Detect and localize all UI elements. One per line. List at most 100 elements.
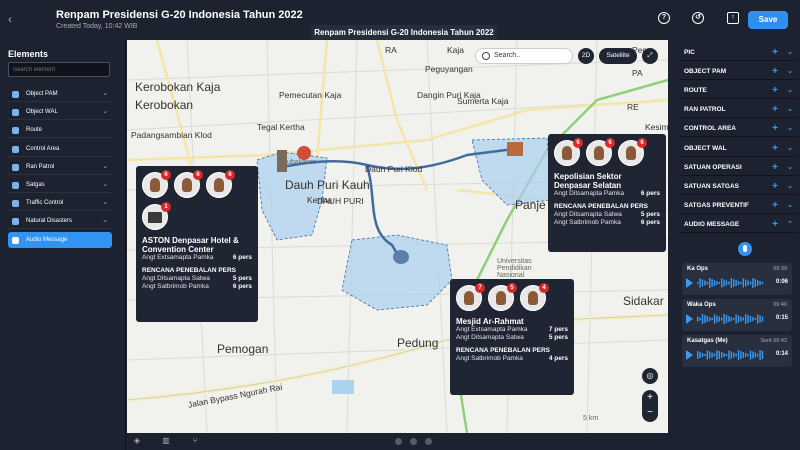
zoom-out-button[interactable]: − — [642, 405, 658, 420]
element-item-label: Natural Disasters — [26, 218, 73, 225]
element-item-traffic-control[interactable]: Traffic Control ⌄ — [8, 195, 112, 212]
audio-message-icon — [12, 236, 19, 244]
object-card-kepolisian-sektor-denpasar-selatan[interactable]: 6 6 6 Kepolisian Sektor Denpasar Selatan Ang… — [548, 134, 666, 252]
element-item-route[interactable]: Route — [8, 122, 112, 139]
audio-message-item[interactable]: Kasatgas (Me) Sent 09:42 0:14 — [682, 335, 792, 367]
section-satgas-preventif[interactable]: SATGAS PREVENTIF + ⌄ — [680, 197, 798, 214]
map-label-re: RE — [627, 102, 639, 112]
play-icon[interactable] — [686, 314, 693, 324]
add-icon[interactable]: + — [772, 120, 778, 137]
chevron-down-icon[interactable]: ⌄ — [787, 63, 793, 80]
chevron-down-icon[interactable]: ⌄ — [787, 159, 793, 176]
object-name: Mesjid Ar-Rahmat — [456, 317, 524, 326]
map-label-universitas-pendidikan-nasional: Universitas Pendidikan Nasional — [497, 258, 532, 279]
personnel-avatar[interactable]: 6 — [206, 170, 235, 198]
element-item-ran-patrol[interactable]: Ran Patrol ⌄ — [8, 159, 112, 175]
map-label-ubakaran: ubakaran — [287, 159, 317, 166]
add-icon[interactable]: + — [772, 178, 778, 195]
add-icon[interactable]: + — [772, 140, 778, 157]
hotel-marker-icon[interactable] — [277, 150, 287, 172]
section-object-wal[interactable]: OBJECT WAL + ⌄ — [680, 140, 798, 157]
record-microphone-button[interactable] — [738, 242, 752, 256]
add-icon[interactable]: + — [772, 101, 778, 118]
mode-2d-button[interactable]: 2D — [578, 48, 594, 64]
object-name: ASTON Denpasar Hotel & Convention Center — [142, 236, 239, 254]
panel-icon[interactable]: ▥ — [161, 436, 171, 446]
personnel-avatar[interactable]: 7 — [456, 283, 485, 311]
back-button[interactable]: ‹ — [8, 12, 12, 26]
personnel-avatar[interactable]: 6 — [618, 138, 647, 166]
save-button[interactable]: Save — [748, 11, 788, 29]
add-icon[interactable]: + — [772, 216, 778, 233]
add-icon[interactable]: + — [772, 159, 778, 176]
satellite-button[interactable]: Satellite — [599, 48, 637, 64]
count-badge: 6 — [225, 170, 235, 180]
plan-dropdown[interactable]: Renpam Presidensi G-20 Indonesia Tahun 2… — [311, 25, 497, 52]
chevron-down-icon[interactable]: ⌄ — [787, 101, 793, 118]
section-control-area[interactable]: CONTROL AREA + ⌄ — [680, 120, 798, 138]
personnel-avatar[interactable]: 4 — [520, 283, 549, 311]
personnel-avatar[interactable]: 6 — [586, 138, 615, 166]
chevron-down-icon[interactable]: ⌄ — [787, 178, 793, 195]
chevron-down-icon[interactable]: ⌄ — [787, 120, 793, 137]
personnel-avatar[interactable]: 6 — [142, 170, 171, 198]
personnel-avatar[interactable]: 6 — [554, 138, 583, 166]
object-card-mesjid-ar-rahmat[interactable]: 7 5 4 Mesjid Ar-Rahmat Angt Extsamapta Pamka… — [450, 279, 574, 395]
section-ran-patrol[interactable]: RAN PATROL + ⌄ — [680, 101, 798, 119]
add-icon[interactable]: + — [772, 63, 778, 80]
personnel-avatar[interactable]: 6 — [174, 170, 203, 198]
section-audio-message[interactable]: AUDIO MESSAGE + ⌃ — [680, 216, 798, 233]
play-icon[interactable] — [686, 350, 693, 360]
vehicle-avatar[interactable]: 1 — [142, 202, 171, 230]
chevron-down-icon[interactable]: ⌄ — [102, 159, 108, 175]
personnel-avatar[interactable]: 5 — [488, 283, 517, 311]
next-icon[interactable] — [425, 438, 432, 445]
add-icon[interactable]: + — [772, 44, 778, 61]
element-item-object-wal[interactable]: Object WAL ⌄ — [8, 104, 112, 121]
mosque-marker-icon[interactable] — [393, 250, 409, 264]
section-pic[interactable]: PIC + ⌄ — [680, 44, 798, 61]
search-element-input[interactable] — [8, 62, 110, 77]
police-station-marker-icon[interactable] — [507, 142, 523, 156]
element-item-satgas[interactable]: Satgas ⌄ — [8, 177, 112, 193]
add-icon[interactable]: + — [772, 82, 778, 99]
fullscreen-icon[interactable]: ⤢ — [642, 48, 658, 64]
object-card-aston-denpasar-hotel-convention-center[interactable]: 6 6 6 1 ASTON Denpasar Hotel & Convention Ce… — [136, 166, 258, 322]
help-icon[interactable]: ? — [658, 12, 670, 24]
play-icon[interactable] — [410, 438, 417, 445]
map-search-input[interactable]: Search.. — [475, 48, 573, 64]
history-icon[interactable]: ↺ — [692, 12, 704, 24]
chevron-down-icon[interactable]: ⌄ — [787, 82, 793, 99]
personnel-row: Angt Ditsamapta Pamka 6 pers — [554, 190, 660, 197]
play-icon[interactable] — [686, 278, 693, 288]
route-icon[interactable]: ⑂ — [190, 436, 200, 446]
prev-icon[interactable] — [395, 438, 402, 445]
chevron-down-icon[interactable]: ⌄ — [787, 44, 793, 61]
section-satuan-operasi[interactable]: SATUAN OPERASI + ⌄ — [680, 159, 798, 176]
element-item-object-pam[interactable]: Object PAM ⌄ — [8, 86, 112, 102]
element-item-audio-message[interactable]: Audio Message — [8, 231, 112, 248]
audio-message-item[interactable]: Waka Ops 09:40 0:15 — [682, 299, 792, 331]
chevron-down-icon[interactable]: ⌄ — [102, 86, 108, 102]
top-bar: ‹ Renpam Presidensi G-20 Indonesia Tahun… — [0, 0, 800, 52]
chevron-down-icon[interactable]: ⌄ — [102, 195, 108, 211]
chevron-down-icon[interactable]: ⌄ — [787, 197, 793, 214]
chevron-down-icon[interactable]: ⌄ — [102, 177, 108, 193]
chevron-up-icon[interactable]: ⌃ — [787, 216, 793, 233]
chevron-down-icon[interactable]: ⌄ — [102, 104, 108, 120]
locate-icon[interactable]: ◎ — [642, 368, 658, 384]
section-satuan-satgas[interactable]: SATUAN SATGAS + ⌄ — [680, 178, 798, 195]
element-item-control-area[interactable]: Control Area — [8, 141, 112, 157]
section-route[interactable]: ROUTE + ⌄ — [680, 82, 798, 100]
chevron-down-icon[interactable]: ⌄ — [787, 140, 793, 157]
share-icon[interactable]: ↑ — [727, 12, 739, 24]
element-item-natural-disasters[interactable]: Natural Disasters ⌄ — [8, 213, 112, 230]
zoom-in-button[interactable]: + — [642, 390, 658, 405]
chevron-down-icon[interactable]: ⌄ — [102, 213, 108, 229]
add-icon[interactable]: + — [772, 197, 778, 214]
audio-time: 09:40 — [773, 302, 787, 308]
layers-icon[interactable]: ◈ — [132, 436, 142, 446]
section-object-pam[interactable]: OBJECT PAM + ⌄ — [680, 63, 798, 81]
alert-marker-icon[interactable] — [297, 146, 311, 160]
audio-message-item[interactable]: Ka Ops 09:39 0:06 — [682, 263, 792, 295]
